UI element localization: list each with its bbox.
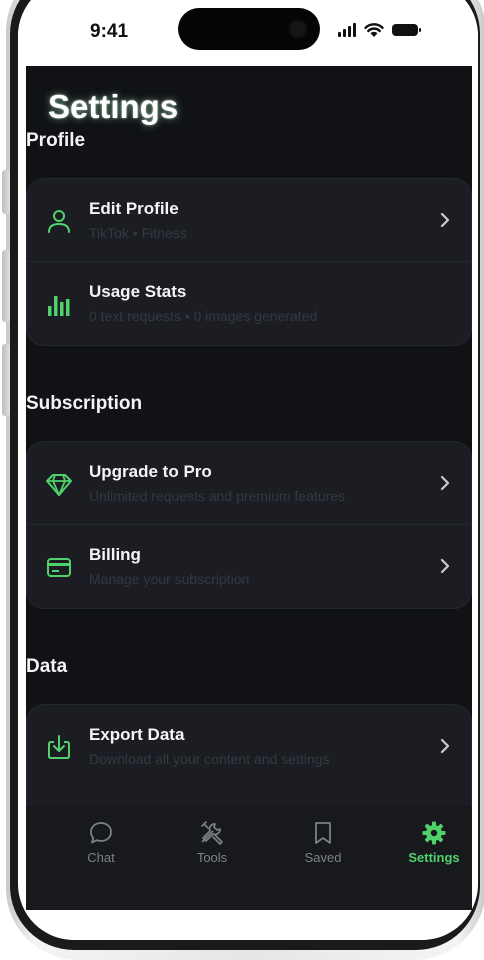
- export-data-subtitle: Download all your content and settings: [89, 751, 330, 767]
- tab-saved[interactable]: Saved: [273, 820, 373, 865]
- status-time: 9:41: [90, 21, 129, 42]
- volume-down-button: [2, 344, 10, 416]
- camera-icon: [288, 19, 308, 39]
- battery-icon: [392, 24, 421, 36]
- chevron-right-icon: [440, 738, 450, 754]
- signal-icon: [338, 23, 356, 37]
- upgrade-pro-row[interactable]: Upgrade to Pro Unlimited requests and pr…: [27, 442, 471, 525]
- action-button: [2, 170, 10, 214]
- billing-title: Billing: [89, 545, 141, 564]
- tools-icon: [201, 821, 223, 845]
- chevron-right-icon: [440, 558, 450, 574]
- wifi-icon: [364, 23, 384, 37]
- tab-label-saved: Saved: [304, 850, 342, 865]
- bookmark-icon: [315, 822, 331, 844]
- profile-card: Edit Profile TikTok • Fitness Usage Stat…: [26, 178, 472, 346]
- upgrade-pro-title: Upgrade to Pro: [89, 462, 212, 481]
- edit-profile-row[interactable]: Edit Profile TikTok • Fitness: [27, 179, 471, 262]
- chevron-right-icon: [440, 475, 450, 491]
- diamond-icon: [46, 474, 72, 496]
- tab-tools[interactable]: Tools: [162, 820, 262, 865]
- billing-subtitle: Manage your subscription: [89, 571, 250, 587]
- tab-label-chat: Chat: [87, 850, 115, 865]
- edit-profile-title: Edit Profile: [89, 199, 179, 218]
- screen: 9:41 Settings Profile Edit Profile TikTo…: [18, 0, 478, 940]
- settings-screen: Settings Profile Edit Profile TikTok • F…: [26, 66, 472, 910]
- chevron-right-icon: [440, 212, 450, 228]
- section-label-data: Data: [26, 656, 68, 677]
- download-icon: [48, 735, 70, 759]
- tab-label-tools: Tools: [196, 850, 228, 865]
- usage-stats-row[interactable]: Usage Stats 0 text requests • 0 images g…: [27, 262, 471, 345]
- export-data-row[interactable]: Export Data Download all your content an…: [27, 705, 471, 788]
- user-icon: [48, 210, 70, 233]
- tab-bar: Chat Tools Saved Settings: [26, 806, 472, 910]
- edit-profile-subtitle: TikTok • Fitness: [89, 225, 187, 241]
- status-icons: [338, 22, 421, 38]
- dynamic-island: [178, 8, 320, 50]
- upgrade-pro-subtitle: Unlimited requests and premium features: [89, 488, 346, 504]
- tab-label-settings: Settings: [408, 850, 460, 865]
- usage-stats-title: Usage Stats: [89, 282, 187, 301]
- billing-row[interactable]: Billing Manage your subscription: [27, 525, 471, 608]
- chat-bubble-icon: [90, 822, 112, 844]
- credit-card-icon: [47, 558, 71, 577]
- section-label-subscription: Subscription: [26, 393, 143, 414]
- tab-chat[interactable]: Chat: [51, 820, 151, 865]
- export-data-title: Export Data: [89, 725, 185, 744]
- gear-icon: [422, 821, 446, 845]
- subscription-card: Upgrade to Pro Unlimited requests and pr…: [26, 441, 472, 609]
- page-title: Settings: [48, 88, 179, 125]
- section-label-profile: Profile: [26, 130, 86, 151]
- tab-settings[interactable]: Settings: [384, 820, 478, 865]
- status-bar: 9:41: [18, 0, 478, 66]
- bar-chart-icon: [48, 296, 70, 316]
- usage-stats-subtitle: 0 text requests • 0 images generated: [89, 308, 318, 324]
- volume-up-button: [2, 250, 10, 322]
